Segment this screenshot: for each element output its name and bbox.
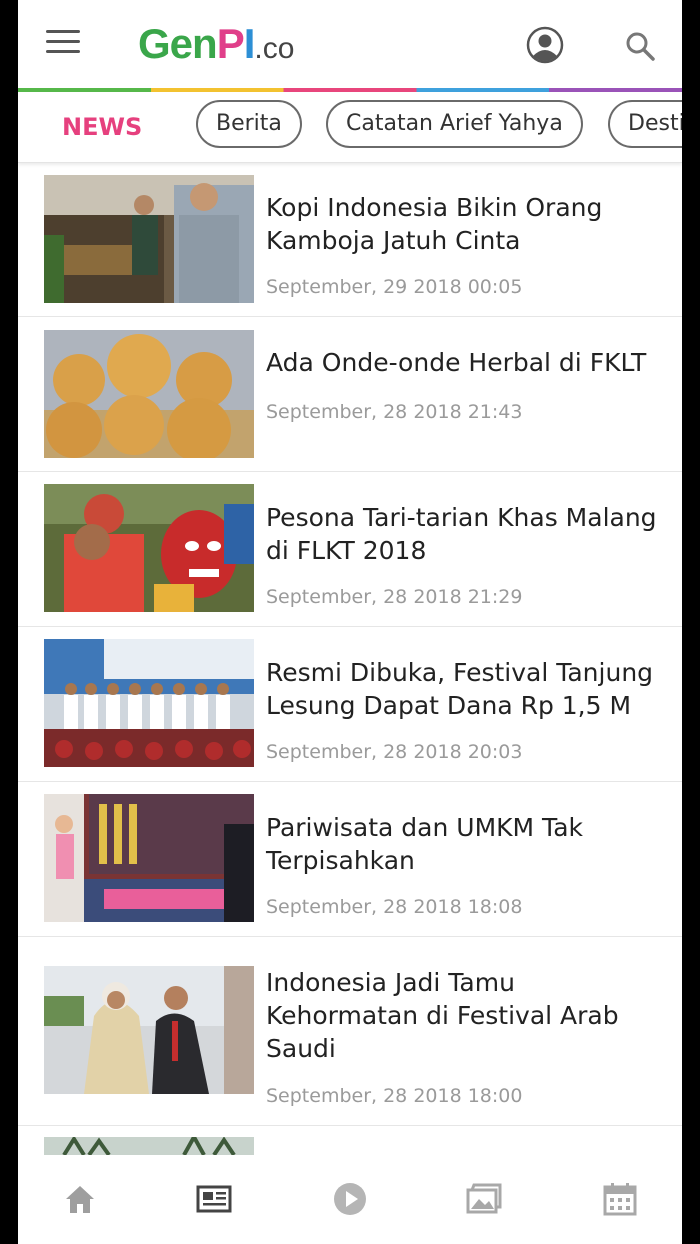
article-date: September, 28 2018 21:29: [266, 586, 523, 608]
news-icon[interactable]: [196, 1181, 232, 1217]
article-item[interactable]: Ada Onde-onde Herbal di FKLT September, …: [18, 316, 682, 472]
hamburger-menu-icon[interactable]: [46, 30, 80, 58]
article-title: Pesona Tari-tarian Khas Malang di FLKT 2…: [266, 503, 657, 565]
logo-part: P: [216, 20, 245, 67]
article-item[interactable]: Resmi Dibuka, Festival Tanjung Lesung Da…: [18, 626, 682, 782]
article-date: September, 29 2018 00:05: [266, 276, 523, 298]
search-icon[interactable]: [624, 30, 656, 62]
chip-berita[interactable]: Berita: [196, 100, 302, 148]
category-tabs: NEWS Berita Catatan Arief Yahya Desti: [18, 92, 682, 163]
logo-part: .co: [254, 32, 295, 65]
article-thumbnail: [44, 484, 254, 612]
article-thumbnail: [44, 1137, 254, 1155]
article-item[interactable]: Kopi Indonesia Bikin Orang Kamboja Jatuh…: [18, 163, 682, 317]
article-item[interactable]: Pariwisata dan UMKM Tak Terpisahkan Sept…: [18, 781, 682, 937]
logo-part: G: [138, 20, 171, 67]
bottom-navigation: [18, 1155, 682, 1244]
article-thumbnail: [44, 639, 254, 767]
article-date: September, 28 2018 18:00: [266, 1085, 523, 1107]
article-title: Indonesia Jadi Tamu Kehormatan di Festiv…: [266, 968, 619, 1063]
video-play-icon[interactable]: [332, 1181, 368, 1217]
article-thumbnail: [44, 330, 254, 458]
app-screen: GenPI.co NEWS Berita Catatan Arief Yahya…: [18, 0, 682, 1244]
article-thumbnail: [44, 966, 254, 1094]
gallery-icon[interactable]: [466, 1181, 502, 1217]
genpi-logo[interactable]: GenPI.co: [138, 16, 294, 77]
article-date: September, 28 2018 21:43: [266, 401, 523, 423]
logo-part: I: [243, 20, 256, 67]
calendar-icon[interactable]: [602, 1181, 638, 1217]
logo-part: en: [169, 20, 218, 67]
article-date: September, 28 2018 18:08: [266, 896, 523, 918]
top-app-bar: GenPI.co: [18, 0, 682, 88]
tab-news[interactable]: NEWS: [62, 112, 142, 142]
article-date: September, 28 2018 20:03: [266, 741, 523, 763]
home-icon[interactable]: [62, 1181, 98, 1217]
user-account-icon[interactable]: [526, 26, 564, 64]
article-title: Resmi Dibuka, Festival Tanjung Lesung Da…: [266, 658, 654, 720]
article-thumbnail: [44, 175, 254, 303]
article-item[interactable]: Pesona Tari-tarian Khas Malang di FLKT 2…: [18, 471, 682, 627]
chip-catatan-arief-yahya[interactable]: Catatan Arief Yahya: [326, 100, 583, 148]
chip-destinasi[interactable]: Desti: [608, 100, 682, 148]
article-title: Pariwisata dan UMKM Tak Terpisahkan: [266, 813, 583, 875]
article-title: Ada Onde-onde Herbal di FKLT: [266, 348, 647, 377]
article-thumbnail: [44, 794, 254, 922]
article-title: Kopi Indonesia Bikin Orang Kamboja Jatuh…: [266, 193, 603, 255]
article-item[interactable]: Indonesia Jadi Tamu Kehormatan di Festiv…: [18, 936, 682, 1126]
